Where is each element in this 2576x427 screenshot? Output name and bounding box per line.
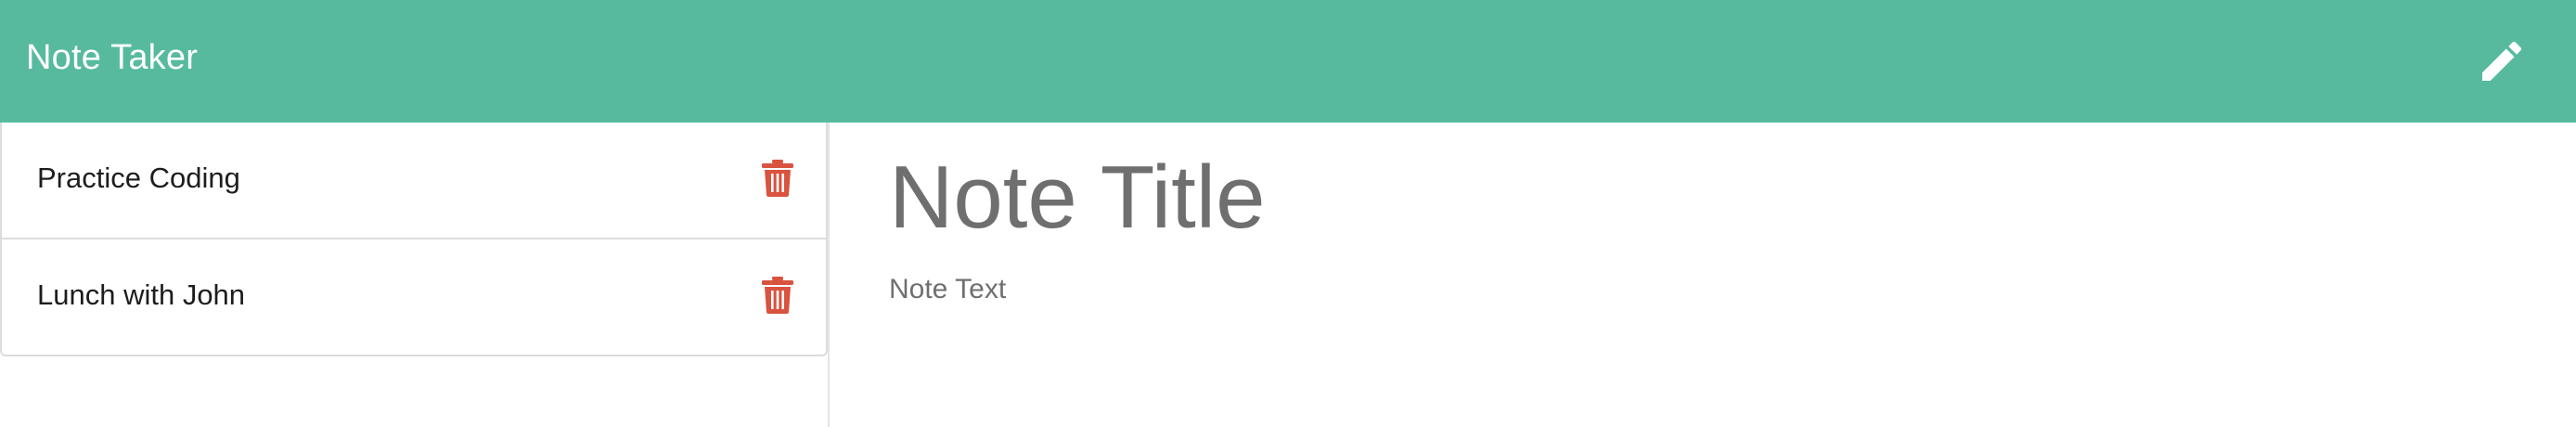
note-text-input[interactable]	[889, 271, 2522, 410]
note-item-title[interactable]: Practice Coding	[37, 160, 240, 197]
navbar: Note Taker	[0, 0, 2576, 123]
new-note-button[interactable]	[2468, 28, 2535, 95]
note-title-input[interactable]	[889, 143, 2522, 252]
note-list-item[interactable]: Practice Coding	[0, 123, 828, 239]
pencil-icon	[2482, 41, 2522, 81]
trash-icon	[762, 160, 793, 197]
trash-icon	[762, 277, 793, 314]
note-item-title[interactable]: Lunch with John	[37, 277, 245, 314]
note-list: Practice Coding Lunch with John	[0, 123, 828, 356]
brand-link[interactable]: Note Taker	[26, 35, 198, 80]
delete-note-button[interactable]	[759, 158, 796, 199]
note-editor	[831, 123, 2576, 427]
delete-note-button[interactable]	[759, 275, 796, 316]
note-list-panel: Practice Coding Lunch with John	[0, 123, 830, 427]
note-list-item[interactable]: Lunch with John	[0, 239, 828, 356]
